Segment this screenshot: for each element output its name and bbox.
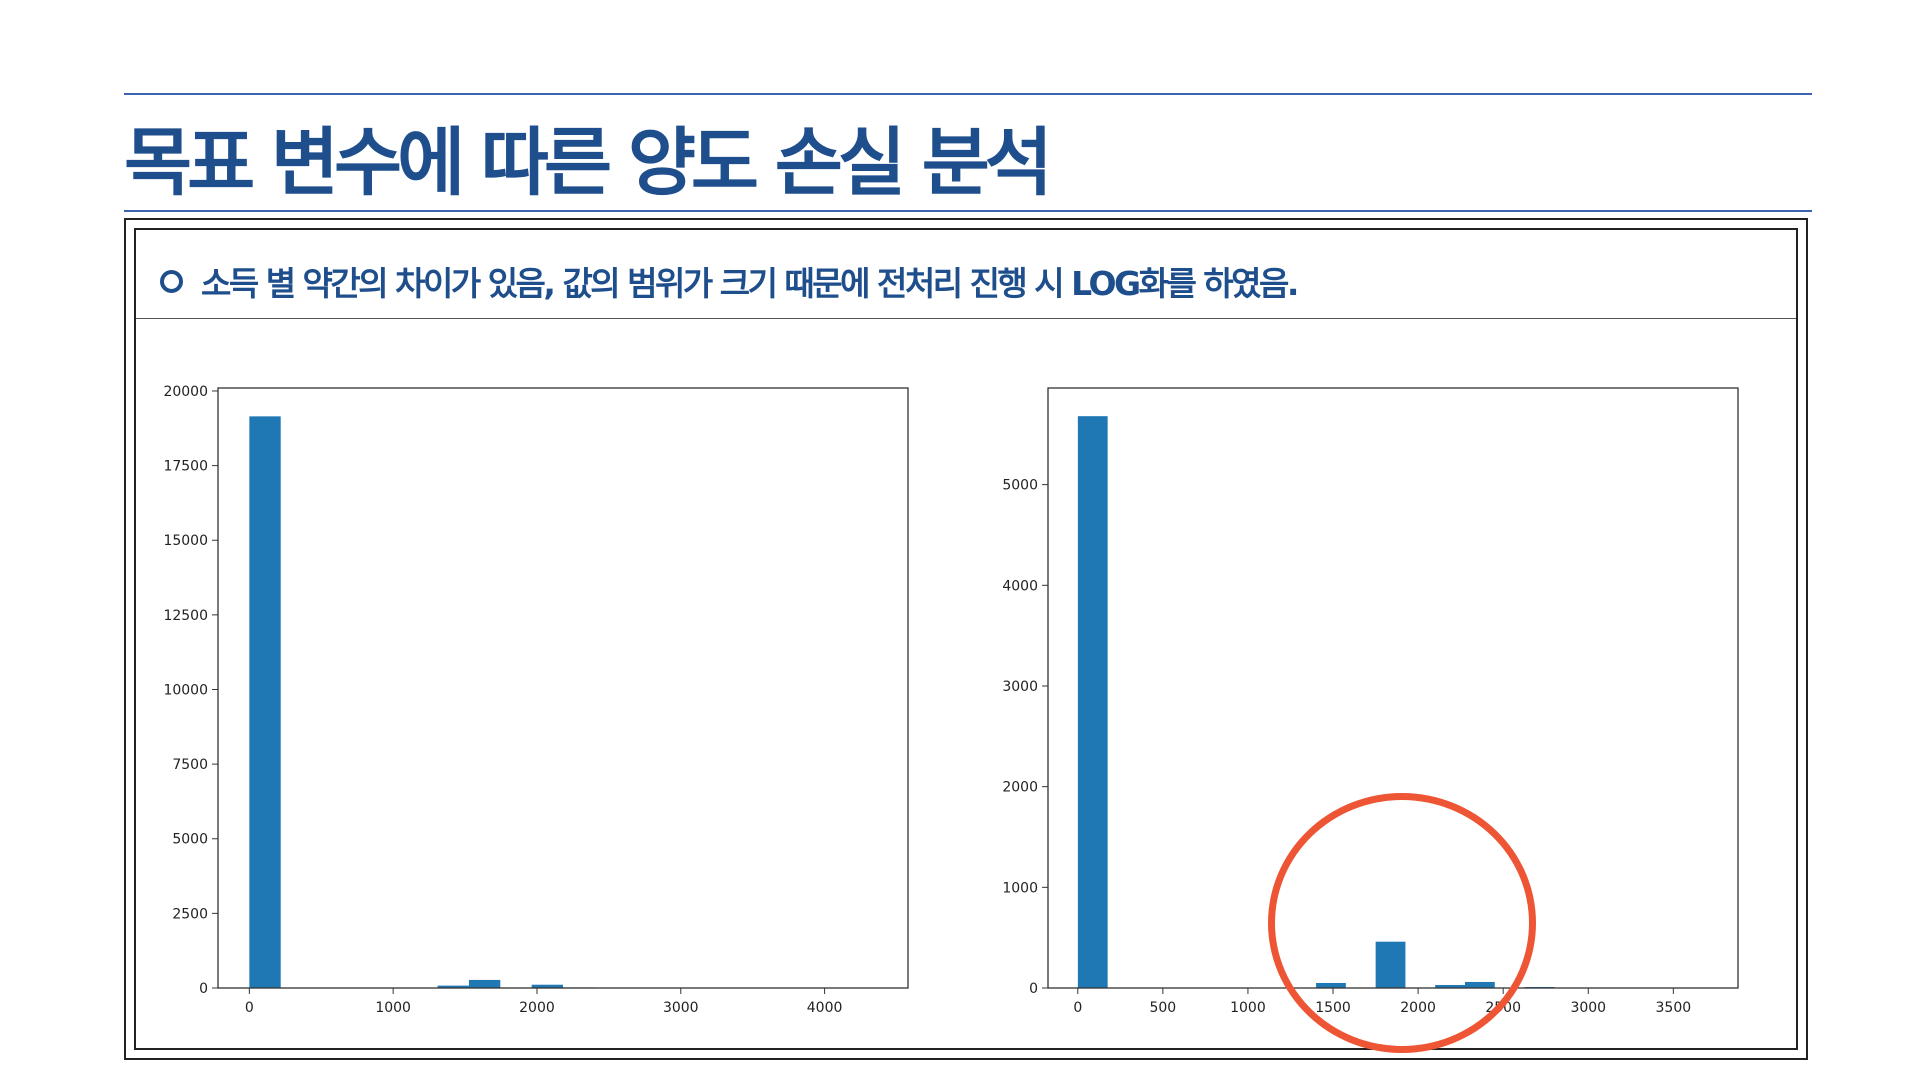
bullet-text: 소득 별 약간의 차이가 있음, 값의 범위가 크기 때문에 전처리 진행 시 …	[201, 264, 1299, 303]
histogram-bar	[1077, 416, 1108, 988]
x-tick-label: 3000	[1570, 1000, 1606, 1016]
section-divider	[136, 318, 1796, 319]
histogram-left: 0 2500 5000 7500 10000 12500 15000 17500 20000 0 1…	[163, 384, 909, 1016]
y-tick-label: 2500	[172, 906, 208, 922]
highlight-circle	[1268, 793, 1536, 1053]
x-tick-label: 500	[1149, 1000, 1176, 1016]
histogram-bar	[468, 979, 501, 988]
plot-frame	[217, 387, 909, 989]
y-tick-label: 0	[1029, 981, 1038, 997]
x-tick-label: 4000	[807, 1000, 843, 1016]
y-tick-label: 20000	[163, 384, 208, 400]
y-tick-label: 17500	[163, 459, 208, 475]
x-tick-label: 3500	[1656, 1000, 1692, 1016]
title-rule	[124, 210, 1812, 212]
y-tick-label: 0	[199, 981, 208, 997]
y-tick-label: 12500	[163, 608, 208, 624]
y-tick-label: 2000	[1002, 780, 1038, 796]
histogram-bar	[249, 416, 281, 988]
y-tick-label: 1000	[1002, 880, 1038, 896]
y-tick-label: 4000	[1002, 578, 1038, 594]
slide-title: 목표 변수에 따른 양도 손실 분석	[124, 120, 1053, 206]
x-tick-label: 1000	[1230, 1000, 1266, 1016]
bullet-row: 소득 별 약간의 차이가 있음, 값의 범위가 크기 때문에 전처리 진행 시 …	[160, 256, 1299, 306]
top-rule	[124, 93, 1812, 95]
y-tick-label: 5000	[172, 832, 208, 848]
y-tick-label: 5000	[1002, 478, 1038, 494]
y-tick-label: 3000	[1002, 679, 1038, 695]
circle-bullet-icon	[160, 269, 183, 293]
y-tick-label: 7500	[172, 757, 208, 773]
y-tick-label: 15000	[163, 533, 208, 549]
x-tick-label: 0	[1073, 1000, 1082, 1016]
x-tick-label: 3000	[663, 1000, 699, 1016]
x-tick-label: 2000	[519, 1000, 555, 1016]
x-tick-label: 1000	[375, 1000, 411, 1016]
x-tick-label: 0	[245, 1000, 254, 1016]
y-tick-label: 10000	[163, 682, 208, 698]
